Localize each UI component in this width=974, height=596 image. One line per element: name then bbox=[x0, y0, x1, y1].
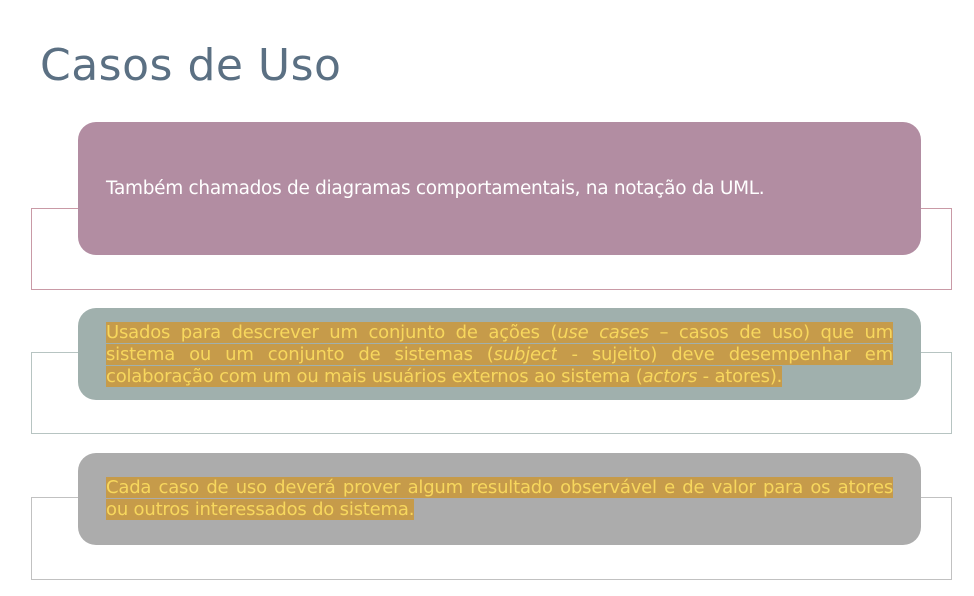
card-2-segment: Usados para descrever um conjunto de açõ… bbox=[106, 322, 558, 343]
card-3-text: Cada caso de uso deverá prover algum res… bbox=[106, 477, 893, 521]
card-2-italic-term: subject bbox=[493, 344, 558, 365]
card-2-italic-term: actors bbox=[642, 366, 698, 387]
card-1-text: Também chamados de diagramas comportamen… bbox=[106, 178, 765, 199]
card-3-segment: Cada caso de uso deverá prover algum res… bbox=[106, 477, 893, 520]
card-2: Usados para descrever um conjunto de açõ… bbox=[78, 308, 921, 400]
card-3: Cada caso de uso deverá prover algum res… bbox=[78, 453, 921, 545]
card-1: Também chamados de diagramas comportamen… bbox=[78, 122, 921, 255]
card-2-italic-term: use cases bbox=[557, 322, 649, 343]
card-2-text: Usados para descrever um conjunto de açõ… bbox=[106, 322, 893, 388]
slide-title: Casos de Uso bbox=[40, 40, 342, 91]
card-2-segment: - atores). bbox=[697, 366, 783, 387]
